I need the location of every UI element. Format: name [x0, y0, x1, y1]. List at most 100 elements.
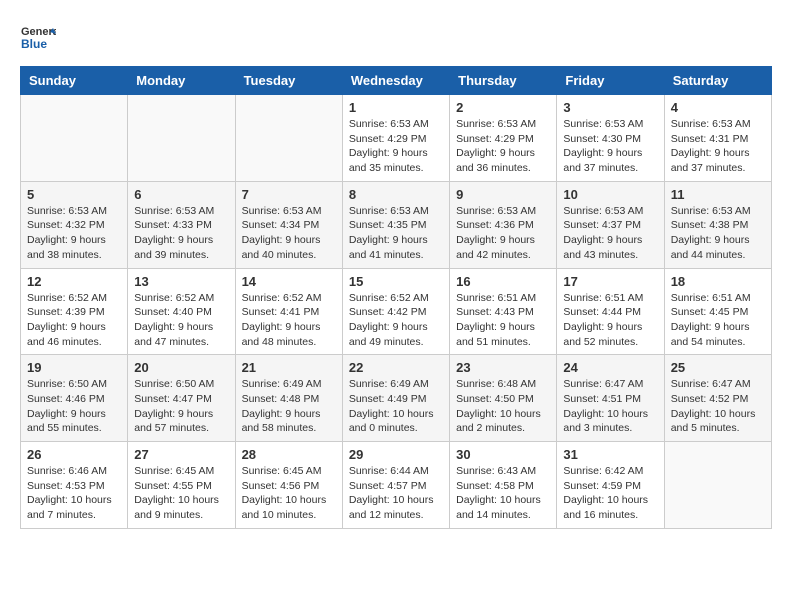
calendar-cell — [128, 95, 235, 182]
weekday-header: Wednesday — [342, 67, 449, 95]
day-info: Sunrise: 6:44 AM Sunset: 4:57 PM Dayligh… — [349, 464, 443, 523]
calendar-cell: 4 Sunrise: 6:53 AM Sunset: 4:31 PM Daylig… — [664, 95, 771, 182]
day-number: 8 — [349, 187, 443, 202]
day-number: 13 — [134, 274, 228, 289]
day-info: Sunrise: 6:53 AM Sunset: 4:35 PM Dayligh… — [349, 204, 443, 263]
day-info: Sunrise: 6:45 AM Sunset: 4:55 PM Dayligh… — [134, 464, 228, 523]
calendar-week-row: 5 Sunrise: 6:53 AM Sunset: 4:32 PM Daylig… — [21, 181, 772, 268]
calendar-cell: 26 Sunrise: 6:46 AM Sunset: 4:53 PM Dayli… — [21, 442, 128, 529]
day-info: Sunrise: 6:53 AM Sunset: 4:33 PM Dayligh… — [134, 204, 228, 263]
day-number: 4 — [671, 100, 765, 115]
calendar-week-row: 19Sunrise: 6:50 AM Sunset: 4:46 PM Dayli… — [21, 355, 772, 442]
calendar-cell: 24 Sunrise: 6:47 AM Sunset: 4:51 PM Dayli… — [557, 355, 664, 442]
calendar-cell: 8 Sunrise: 6:53 AM Sunset: 4:35 PM Daylig… — [342, 181, 449, 268]
calendar-cell: 3Sunrise: 6:53 AM Sunset: 4:30 PM Daylig… — [557, 95, 664, 182]
calendar-cell: 23 Sunrise: 6:48 AM Sunset: 4:50 PM Dayli… — [450, 355, 557, 442]
calendar-cell: 20Sunrise: 6:50 AM Sunset: 4:47 PM Dayli… — [128, 355, 235, 442]
calendar-cell: 6 Sunrise: 6:53 AM Sunset: 4:33 PM Daylig… — [128, 181, 235, 268]
calendar-cell: 10 Sunrise: 6:53 AM Sunset: 4:37 PM Dayli… — [557, 181, 664, 268]
day-info: Sunrise: 6:53 AM Sunset: 4:36 PM Dayligh… — [456, 204, 550, 263]
day-info: Sunrise: 6:52 AM Sunset: 4:39 PM Dayligh… — [27, 291, 121, 350]
calendar-cell: 15Sunrise: 6:52 AM Sunset: 4:42 PM Dayli… — [342, 268, 449, 355]
calendar-week-row: 1 Sunrise: 6:53 AM Sunset: 4:29 PM Daylig… — [21, 95, 772, 182]
day-number: 19 — [27, 360, 121, 375]
calendar-cell: 18Sunrise: 6:51 AM Sunset: 4:45 PM Dayli… — [664, 268, 771, 355]
svg-text:Blue: Blue — [21, 37, 47, 51]
calendar-cell: 28Sunrise: 6:45 AM Sunset: 4:56 PM Dayli… — [235, 442, 342, 529]
logo-icon: General Blue — [20, 20, 56, 56]
day-number: 11 — [671, 187, 765, 202]
calendar-cell: 21 Sunrise: 6:49 AM Sunset: 4:48 PM Dayli… — [235, 355, 342, 442]
day-info: Sunrise: 6:53 AM Sunset: 4:31 PM Dayligh… — [671, 117, 765, 176]
day-number: 26 — [27, 447, 121, 462]
logo: General Blue — [20, 20, 56, 56]
day-number: 10 — [563, 187, 657, 202]
calendar-cell — [21, 95, 128, 182]
day-info: Sunrise: 6:53 AM Sunset: 4:37 PM Dayligh… — [563, 204, 657, 263]
calendar-cell — [235, 95, 342, 182]
day-info: Sunrise: 6:45 AM Sunset: 4:56 PM Dayligh… — [242, 464, 336, 523]
day-number: 25 — [671, 360, 765, 375]
calendar-week-row: 12Sunrise: 6:52 AM Sunset: 4:39 PM Dayli… — [21, 268, 772, 355]
calendar-cell: 5 Sunrise: 6:53 AM Sunset: 4:32 PM Daylig… — [21, 181, 128, 268]
day-info: Sunrise: 6:47 AM Sunset: 4:52 PM Dayligh… — [671, 377, 765, 436]
day-number: 14 — [242, 274, 336, 289]
calendar-cell: 29 Sunrise: 6:44 AM Sunset: 4:57 PM Dayli… — [342, 442, 449, 529]
calendar-cell: 27 Sunrise: 6:45 AM Sunset: 4:55 PM Dayli… — [128, 442, 235, 529]
day-info: Sunrise: 6:51 AM Sunset: 4:44 PM Dayligh… — [563, 291, 657, 350]
calendar-cell: 22 Sunrise: 6:49 AM Sunset: 4:49 PM Dayli… — [342, 355, 449, 442]
day-number: 17 — [563, 274, 657, 289]
calendar-cell: 1Sunrise: 6:53 AM Sunset: 4:29 PM Daylig… — [342, 95, 449, 182]
weekday-header: Thursday — [450, 67, 557, 95]
day-number: 18 — [671, 274, 765, 289]
weekday-header: Tuesday — [235, 67, 342, 95]
day-number: 5 — [27, 187, 121, 202]
day-info: Sunrise: 6:48 AM Sunset: 4:50 PM Dayligh… — [456, 377, 550, 436]
calendar-cell: 9Sunrise: 6:53 AM Sunset: 4:36 PM Daylig… — [450, 181, 557, 268]
calendar-cell: 16 Sunrise: 6:51 AM Sunset: 4:43 PM Dayli… — [450, 268, 557, 355]
day-info: Sunrise: 6:49 AM Sunset: 4:48 PM Dayligh… — [242, 377, 336, 436]
day-number: 30 — [456, 447, 550, 462]
calendar-cell: 7 Sunrise: 6:53 AM Sunset: 4:34 PM Daylig… — [235, 181, 342, 268]
page-header: General Blue — [20, 20, 772, 56]
weekday-header: Friday — [557, 67, 664, 95]
day-info: Sunrise: 6:53 AM Sunset: 4:32 PM Dayligh… — [27, 204, 121, 263]
day-number: 24 — [563, 360, 657, 375]
day-info: Sunrise: 6:53 AM Sunset: 4:34 PM Dayligh… — [242, 204, 336, 263]
day-info: Sunrise: 6:47 AM Sunset: 4:51 PM Dayligh… — [563, 377, 657, 436]
calendar-cell: 31 Sunrise: 6:42 AM Sunset: 4:59 PM Dayli… — [557, 442, 664, 529]
day-number: 1 — [349, 100, 443, 115]
day-number: 15 — [349, 274, 443, 289]
day-number: 6 — [134, 187, 228, 202]
day-number: 23 — [456, 360, 550, 375]
day-info: Sunrise: 6:53 AM Sunset: 4:29 PM Dayligh… — [456, 117, 550, 176]
calendar-cell: 2 Sunrise: 6:53 AM Sunset: 4:29 PM Daylig… — [450, 95, 557, 182]
day-number: 29 — [349, 447, 443, 462]
day-info: Sunrise: 6:46 AM Sunset: 4:53 PM Dayligh… — [27, 464, 121, 523]
calendar-cell: 14 Sunrise: 6:52 AM Sunset: 4:41 PM Dayli… — [235, 268, 342, 355]
day-number: 7 — [242, 187, 336, 202]
calendar-cell: 13Sunrise: 6:52 AM Sunset: 4:40 PM Dayli… — [128, 268, 235, 355]
day-number: 31 — [563, 447, 657, 462]
day-number: 16 — [456, 274, 550, 289]
calendar-cell: 12Sunrise: 6:52 AM Sunset: 4:39 PM Dayli… — [21, 268, 128, 355]
day-info: Sunrise: 6:50 AM Sunset: 4:47 PM Dayligh… — [134, 377, 228, 436]
day-info: Sunrise: 6:53 AM Sunset: 4:30 PM Dayligh… — [563, 117, 657, 176]
day-number: 22 — [349, 360, 443, 375]
weekday-header: Sunday — [21, 67, 128, 95]
calendar-cell: 25 Sunrise: 6:47 AM Sunset: 4:52 PM Dayli… — [664, 355, 771, 442]
day-info: Sunrise: 6:52 AM Sunset: 4:41 PM Dayligh… — [242, 291, 336, 350]
calendar-cell: 11Sunrise: 6:53 AM Sunset: 4:38 PM Dayli… — [664, 181, 771, 268]
weekday-header: Monday — [128, 67, 235, 95]
day-info: Sunrise: 6:51 AM Sunset: 4:43 PM Dayligh… — [456, 291, 550, 350]
weekday-header: Saturday — [664, 67, 771, 95]
day-number: 21 — [242, 360, 336, 375]
day-info: Sunrise: 6:49 AM Sunset: 4:49 PM Dayligh… — [349, 377, 443, 436]
day-info: Sunrise: 6:42 AM Sunset: 4:59 PM Dayligh… — [563, 464, 657, 523]
calendar-table: SundayMondayTuesdayWednesdayThursdayFrid… — [20, 66, 772, 529]
day-number: 2 — [456, 100, 550, 115]
day-number: 27 — [134, 447, 228, 462]
calendar-cell — [664, 442, 771, 529]
day-info: Sunrise: 6:43 AM Sunset: 4:58 PM Dayligh… — [456, 464, 550, 523]
calendar-cell: 17 Sunrise: 6:51 AM Sunset: 4:44 PM Dayli… — [557, 268, 664, 355]
